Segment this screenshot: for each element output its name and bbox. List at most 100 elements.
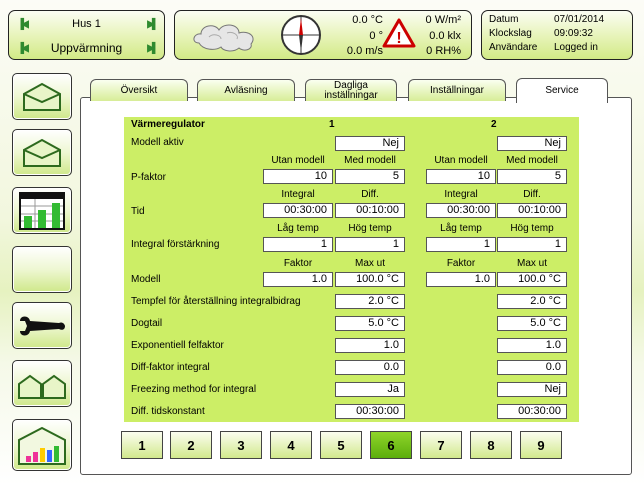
p-faktor-utan-2-field[interactable]: 10 xyxy=(426,169,496,184)
integral-hog-1-field[interactable]: 1 xyxy=(335,237,405,252)
col-header: Diff. xyxy=(361,189,379,200)
location-panel: ▐◀ Hus 1 ▶▌ ▐◀ Uppvärmning ▶▌ xyxy=(8,10,165,60)
prev-location-icon[interactable]: ▐◀ xyxy=(17,19,29,30)
modell-aktiv-2-field[interactable]: Nej xyxy=(497,136,567,151)
tid-diff-1-field[interactable]: 00:10:00 xyxy=(335,203,405,218)
row-label: Diff. tidskonstant xyxy=(131,406,205,417)
diff-tid-2-field[interactable]: 00:30:00 xyxy=(497,404,567,419)
page-button-9[interactable]: 9 xyxy=(520,431,562,459)
greenhouse-chart-icon xyxy=(18,426,66,465)
p-faktor-utan-1-field[interactable]: 10 xyxy=(263,169,333,184)
wind-speed: 0.0 m/s xyxy=(346,45,383,57)
column-1-header: 1 xyxy=(329,119,335,130)
col-header: Utan modell xyxy=(434,155,488,166)
tempfel-2-field[interactable]: 2.0 °C xyxy=(497,294,567,309)
dogtail-1-field[interactable]: 5.0 °C xyxy=(335,316,405,331)
col-header: Max ut xyxy=(354,258,385,269)
integral-lag-1-field[interactable]: 1 xyxy=(263,237,333,252)
compass-icon xyxy=(281,15,321,55)
modell-faktor-1-field[interactable]: 1.0 xyxy=(263,272,333,287)
nav-compartments-button[interactable] xyxy=(12,360,72,407)
page-button-5[interactable]: 5 xyxy=(320,431,362,459)
tab-oversikt[interactable]: Översikt xyxy=(90,79,188,101)
col-header: Max ut xyxy=(516,258,547,269)
next-location-icon[interactable]: ▶▌ xyxy=(147,19,159,30)
warning-icon[interactable]: ! xyxy=(382,18,416,48)
prev-mode-icon[interactable]: ▐◀ xyxy=(17,43,29,54)
row-label: Modell aktiv xyxy=(131,137,184,148)
user-label: Användare xyxy=(489,42,538,53)
page-button-7[interactable]: 7 xyxy=(420,431,462,459)
integral-lag-2-field[interactable]: 1 xyxy=(426,237,496,252)
modell-aktiv-1-field[interactable]: Nej xyxy=(335,136,405,151)
datetime-panel: Datum 07/01/2014 Klockslag 09:09:32 Anvä… xyxy=(481,10,633,60)
col-header: Utan modell xyxy=(271,155,325,166)
col-header: Hög temp xyxy=(510,223,554,234)
col-header: Diff. xyxy=(523,189,541,200)
row-label: Freezing method for integral xyxy=(131,384,257,395)
tab-dagliga-installningar[interactable]: Dagliga inställningar xyxy=(305,79,397,101)
col-header: Integral xyxy=(281,189,315,200)
col-header: Integral xyxy=(444,189,478,200)
row-label: Exponentiell felfaktor xyxy=(131,340,224,351)
nav-service-button[interactable] xyxy=(12,302,72,349)
nav-empty-button[interactable] xyxy=(12,246,72,293)
freezing-1-field[interactable]: Ja xyxy=(335,382,405,397)
tempfel-1-field[interactable]: 2.0 °C xyxy=(335,294,405,309)
tid-diff-2-field[interactable]: 00:10:00 xyxy=(497,203,567,218)
humidity: 0 RH% xyxy=(426,45,461,57)
column-2-header: 2 xyxy=(491,119,497,130)
modell-maxut-2-field[interactable]: 100.0 °C xyxy=(497,272,567,287)
nav-charts-button[interactable] xyxy=(12,187,72,234)
col-header: Faktor xyxy=(446,258,476,269)
col-header: Hög temp xyxy=(348,223,392,234)
col-header: Faktor xyxy=(283,258,313,269)
page-button-3[interactable]: 3 xyxy=(220,431,262,459)
nav-house-overview-button[interactable] xyxy=(12,73,72,120)
section-title: Värmeregulator xyxy=(131,119,205,130)
exp-felfaktor-1-field[interactable]: 1.0 xyxy=(335,338,405,353)
wrench-icon xyxy=(20,316,65,335)
page-button-1[interactable]: 1 xyxy=(121,431,163,459)
next-mode-icon[interactable]: ▶▌ xyxy=(147,43,159,54)
row-label: Dogtail xyxy=(131,318,163,329)
exp-felfaktor-2-field[interactable]: 1.0 xyxy=(497,338,567,353)
diff-tid-1-field[interactable]: 00:30:00 xyxy=(335,404,405,419)
time-label: Klockslag xyxy=(489,28,532,39)
page-button-6[interactable]: 6 xyxy=(370,431,412,459)
p-faktor-med-1-field[interactable]: 5 xyxy=(335,169,405,184)
mode-name: Uppvärmning xyxy=(50,41,123,55)
integral-hog-2-field[interactable]: 1 xyxy=(497,237,567,252)
time-value: 09:09:32 xyxy=(554,28,593,39)
row-label: Modell xyxy=(131,274,161,285)
tab-service[interactable]: Service xyxy=(516,78,608,103)
p-faktor-med-2-field[interactable]: 5 xyxy=(497,169,567,184)
page-button-4[interactable]: 4 xyxy=(270,431,312,459)
col-header: Låg temp xyxy=(277,223,319,234)
modell-faktor-2-field[interactable]: 1.0 xyxy=(426,272,496,287)
col-header: Med modell xyxy=(506,155,558,166)
nav-statistics-button[interactable] xyxy=(12,419,72,471)
date-value: 07/01/2014 xyxy=(554,14,605,25)
row-label: Tempfel för återställning integralbidrag xyxy=(131,296,301,307)
diff-faktor-1-field[interactable]: 0.0 xyxy=(335,360,405,375)
weather-panel: 0.0 °C 0 ° 0.0 m/s ! 0 W/m² 0.0 klx 0 RH… xyxy=(174,10,472,60)
tid-integral-2-field[interactable]: 00:30:00 xyxy=(426,203,496,218)
page-button-2[interactable]: 2 xyxy=(170,431,212,459)
page-button-8[interactable]: 8 xyxy=(470,431,512,459)
date-label: Datum xyxy=(489,14,519,25)
cloud-icon xyxy=(193,24,254,52)
col-header: Låg temp xyxy=(440,223,482,234)
row-label: Diff-faktor integral xyxy=(131,362,210,373)
radiation: 0 W/m² xyxy=(425,14,461,26)
freezing-2-field[interactable]: Nej xyxy=(497,382,567,397)
tid-integral-1-field[interactable]: 00:30:00 xyxy=(263,203,333,218)
tab-installningar[interactable]: Inställningar xyxy=(408,79,506,101)
tab-avlasning[interactable]: Avläsning xyxy=(197,79,295,101)
row-label: P-faktor xyxy=(131,172,167,183)
nav-climate-button[interactable] xyxy=(12,129,72,176)
diff-faktor-2-field[interactable]: 0.0 xyxy=(497,360,567,375)
dogtail-2-field[interactable]: 5.0 °C xyxy=(497,316,567,331)
modell-maxut-1-field[interactable]: 100.0 °C xyxy=(335,272,405,287)
col-header: Med modell xyxy=(344,155,396,166)
